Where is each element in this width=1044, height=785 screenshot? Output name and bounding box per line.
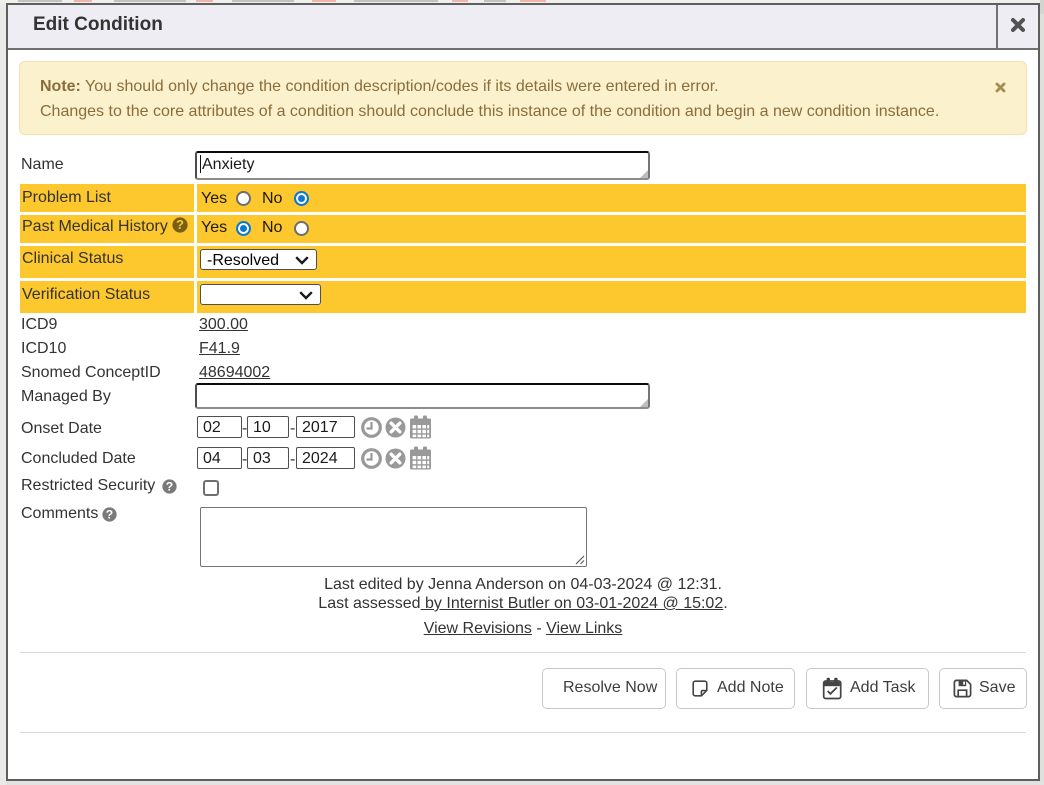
svg-text:?: ? [176, 217, 184, 232]
svg-text:?: ? [166, 479, 173, 493]
svg-text:?: ? [106, 507, 113, 521]
